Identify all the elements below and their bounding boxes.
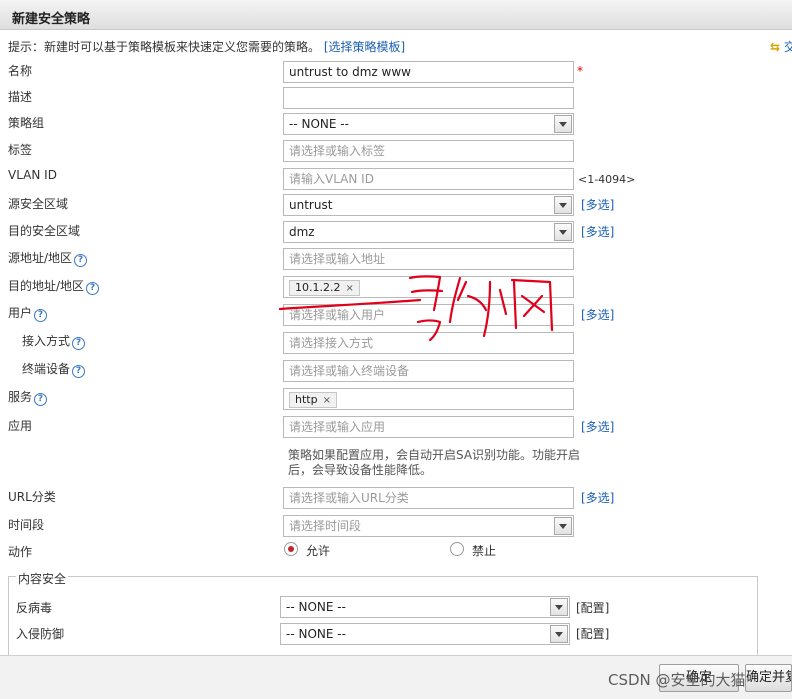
label-user-text: 用户 — [8, 306, 33, 320]
label-url: URL分类 — [8, 490, 56, 504]
label-user: 用户? — [8, 304, 48, 322]
chevron-down-icon[interactable] — [554, 223, 572, 241]
group-select-value: -- NONE -- — [289, 117, 349, 131]
src-zone-value: untrust — [289, 198, 333, 212]
chevron-down-icon[interactable] — [554, 196, 572, 214]
name-input[interactable]: untrust to dmz www — [283, 61, 574, 83]
select-template-link[interactable]: [选择策略模板] — [324, 40, 405, 54]
label-tag: 标签 — [8, 143, 33, 157]
service-tag: http × — [289, 392, 337, 408]
ips-config-link[interactable]: [配置] — [576, 625, 609, 642]
label-service-text: 服务 — [8, 390, 33, 404]
help-icon[interactable]: ? — [72, 337, 86, 350]
required-mark: * — [577, 64, 583, 78]
remove-tag-icon[interactable]: × — [345, 283, 353, 294]
antivirus-config-link[interactable]: [配置] — [576, 599, 609, 616]
help-icon[interactable]: ? — [72, 365, 86, 378]
label-action: 动作 — [8, 545, 33, 559]
label-group: 策略组 — [8, 116, 45, 130]
dialog-titlebar: 新建安全策略 — [0, 0, 792, 30]
switch-icon: ⇆ — [770, 40, 781, 54]
switch-link[interactable]: ⇆ 交 — [770, 38, 792, 55]
antivirus-select[interactable]: -- NONE -- — [280, 596, 570, 618]
vlan-input[interactable]: 请输入VLAN ID — [283, 168, 574, 190]
label-vlan: VLAN ID — [8, 168, 57, 182]
chevron-down-icon[interactable] — [550, 598, 568, 616]
dst-zone-value: dmz — [289, 225, 315, 239]
access-input[interactable]: 请选择接入方式 — [283, 332, 574, 354]
remove-tag-icon[interactable]: × — [323, 395, 331, 406]
label-access: 接入方式? — [22, 332, 86, 350]
switch-link-label: 交 — [783, 40, 792, 54]
url-input[interactable]: 请选择或输入URL分类 — [283, 487, 574, 509]
label-src-addr-text: 源地址/地区 — [8, 251, 73, 265]
dst-zone-select[interactable]: dmz — [283, 221, 574, 243]
dst-zone-multi-link[interactable]: [多选] — [581, 223, 614, 240]
hint-bar: 提示：新建时可以基于策略模板来快速定义您需要的策略。 [选择策略模板] — [8, 38, 405, 55]
app-input[interactable]: 请选择或输入应用 — [283, 416, 574, 438]
help-icon[interactable]: ? — [34, 393, 48, 406]
label-ips: 入侵防御 — [16, 627, 65, 641]
label-antivirus: 反病毒 — [16, 601, 53, 615]
help-icon[interactable]: ? — [34, 309, 48, 322]
service-input[interactable]: http × — [283, 388, 574, 410]
label-desc: 描述 — [8, 90, 33, 104]
action-permit-label[interactable]: 允许 — [306, 542, 330, 559]
ips-select-value: -- NONE -- — [286, 627, 346, 641]
label-dst-zone: 目的安全区域 — [8, 224, 81, 238]
app-multi-link[interactable]: [多选] — [581, 418, 614, 435]
help-icon[interactable]: ? — [74, 254, 88, 267]
user-multi-link[interactable]: [多选] — [581, 306, 614, 323]
ips-select[interactable]: -- NONE -- — [280, 623, 570, 645]
antivirus-select-value: -- NONE -- — [286, 600, 346, 614]
label-src-addr: 源地址/地区? — [8, 249, 88, 267]
label-terminal-text: 终端设备 — [22, 362, 71, 376]
time-select[interactable]: 请选择时间段 — [283, 515, 574, 537]
service-tag-text: http — [295, 393, 318, 406]
label-time: 时间段 — [8, 518, 45, 532]
label-dst-addr-text: 目的地址/地区 — [8, 279, 85, 293]
user-input[interactable]: 请选择或输入用户 — [283, 304, 574, 326]
time-select-value: 请选择时间段 — [289, 519, 362, 533]
content-security-legend: 内容安全 — [16, 570, 69, 587]
watermark: CSDN @安全的大猫 — [608, 671, 746, 689]
action-deny-radio[interactable] — [450, 542, 464, 556]
action-permit-radio[interactable] — [284, 542, 298, 556]
chevron-down-icon[interactable] — [550, 625, 568, 643]
action-deny-label[interactable]: 禁止 — [472, 542, 496, 559]
desc-input[interactable] — [283, 87, 574, 109]
app-note: 策略如果配置应用，会自动开启SA识别功能。功能开启后，会导致设备性能降低。 — [288, 448, 581, 477]
dst-addr-tag: 10.1.2.2 × — [289, 280, 360, 296]
label-dst-addr: 目的地址/地区? — [8, 277, 100, 295]
help-icon[interactable]: ? — [86, 282, 100, 295]
dst-addr-tag-text: 10.1.2.2 — [295, 281, 341, 294]
label-access-text: 接入方式 — [22, 334, 71, 348]
src-zone-select[interactable]: untrust — [283, 194, 574, 216]
label-name: 名称 — [8, 64, 33, 78]
label-app: 应用 — [8, 419, 33, 433]
dialog-title: 新建安全策略 — [12, 12, 91, 27]
vlan-range-hint: <1-4094> — [578, 173, 636, 186]
terminal-input[interactable]: 请选择或输入终端设备 — [283, 360, 574, 382]
hint-text: 提示：新建时可以基于策略模板来快速定义您需要的策略。 — [8, 40, 321, 54]
src-addr-input[interactable]: 请选择或输入地址 — [283, 248, 574, 270]
chevron-down-icon[interactable] — [554, 115, 572, 133]
label-terminal: 终端设备? — [22, 360, 86, 378]
dst-addr-input[interactable]: 10.1.2.2 × — [283, 276, 574, 298]
group-select[interactable]: -- NONE -- — [283, 113, 574, 135]
src-zone-multi-link[interactable]: [多选] — [581, 196, 614, 213]
tag-input[interactable]: 请选择或输入标签 — [283, 140, 574, 162]
label-service: 服务? — [8, 388, 48, 406]
url-multi-link[interactable]: [多选] — [581, 489, 614, 506]
chevron-down-icon[interactable] — [554, 517, 572, 535]
label-src-zone: 源安全区域 — [8, 197, 69, 211]
ok-continue-button[interactable]: 确定并复 — [745, 664, 792, 692]
